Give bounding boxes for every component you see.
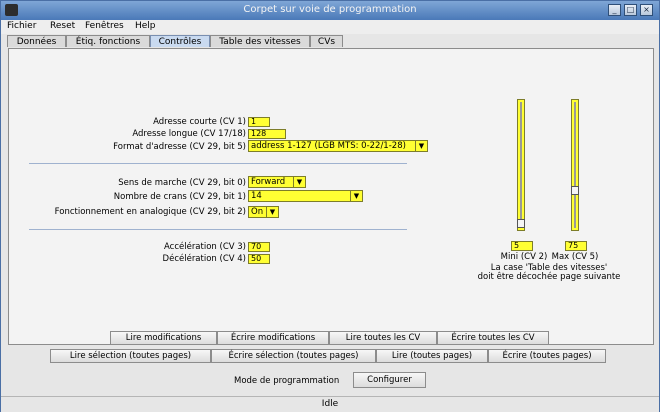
long-address-field[interactable]: 128 (248, 129, 286, 139)
short-address-field[interactable]: 1 (248, 117, 270, 127)
max-label: Max (CV 5) (551, 252, 599, 262)
chevron-down-icon: ▼ (350, 191, 362, 201)
separator-1 (29, 163, 407, 164)
write-selection-button[interactable]: Écrire sélection (toutes pages) (211, 349, 376, 363)
chevron-down-icon: ▼ (293, 177, 305, 187)
direction-select[interactable]: Forward ▼ (248, 176, 306, 188)
minimize-icon[interactable]: _ (608, 4, 621, 16)
max-slider[interactable] (571, 99, 579, 231)
speed-steps-label: Nombre de crans (CV 29, bit 1) (113, 192, 246, 202)
menu-fenetres[interactable]: Fenêtres (85, 21, 124, 31)
write-all-pages-button[interactable]: Écrire (toutes pages) (488, 349, 606, 363)
mini-slider-thumb[interactable] (517, 219, 525, 228)
analog-mode-value: On (251, 207, 264, 217)
note-line-2: doit être décochée page suivante (477, 272, 621, 282)
mini-label: Mini (CV 2) (500, 252, 548, 262)
programming-mode-label: Mode de programmation (234, 376, 340, 386)
address-format-select[interactable]: address 1-127 (LGB MTS: 0-22/1-28) ▼ (248, 140, 428, 152)
direction-value: Forward (251, 177, 286, 187)
mini-slider-groove (520, 102, 522, 228)
read-selection-button[interactable]: Lire sélection (toutes pages) (50, 349, 211, 363)
tab-donnees[interactable]: Données (7, 35, 66, 47)
speed-steps-select[interactable]: 14 ▼ (248, 190, 363, 202)
long-address-label: Adresse longue (CV 17/18) (132, 129, 246, 139)
tab-cvs[interactable]: CVs (310, 35, 343, 47)
read-all-pages-button[interactable]: Lire (toutes pages) (376, 349, 488, 363)
title-bar: Corpet sur voie de programmation _ □ × (1, 1, 659, 21)
write-all-cv-button[interactable]: Écrire toutes les CV (437, 331, 549, 345)
menu-help[interactable]: Help (135, 21, 156, 31)
window-title: Corpet sur voie de programmation (243, 4, 417, 15)
status-bar: Idle (1, 396, 659, 412)
speed-steps-value: 14 (251, 191, 262, 201)
chevron-down-icon: ▼ (266, 207, 278, 217)
deceleration-field[interactable]: 50 (248, 254, 270, 264)
tab-table-vitesses[interactable]: Table des vitesses (210, 35, 310, 47)
configure-button[interactable]: Configurer (353, 372, 426, 388)
write-changes-button[interactable]: Écrire modifications (217, 331, 329, 345)
menu-bar: Fichier Reset Fenêtres Help (1, 20, 659, 34)
short-address-label: Adresse courte (CV 1) (153, 117, 246, 127)
max-slider-thumb[interactable] (571, 186, 579, 195)
mini-slider[interactable] (517, 99, 525, 231)
chevron-down-icon: ▼ (415, 141, 427, 151)
read-all-cv-button[interactable]: Lire toutes les CV (329, 331, 437, 345)
tab-controles[interactable]: Contrôles (150, 35, 210, 47)
max-value-field[interactable]: 75 (565, 241, 587, 251)
direction-label: Sens de marche (CV 29, bit 0) (118, 178, 246, 188)
read-changes-button[interactable]: Lire modifications (110, 331, 217, 345)
deceleration-label: Décélération (CV 4) (162, 254, 246, 264)
acceleration-label: Accélération (CV 3) (163, 242, 246, 252)
close-icon[interactable]: × (640, 4, 653, 16)
menu-reset[interactable]: Reset (50, 21, 75, 31)
maximize-icon[interactable]: □ (624, 4, 637, 16)
analog-mode-select[interactable]: On ▼ (248, 206, 279, 218)
address-format-label: Format d'adresse (CV 29, bit 5) (113, 142, 246, 152)
acceleration-field[interactable]: 70 (248, 242, 270, 252)
tab-etiq-fonctions[interactable]: Étiq. fonctions (66, 35, 150, 47)
menu-fichier[interactable]: Fichier (7, 21, 36, 31)
controls-panel: Adresse courte (CV 1) 1 Adresse longue (… (8, 48, 654, 345)
analog-mode-label: Fonctionnement en analogique (CV 29, bit… (54, 207, 246, 217)
separator-2 (29, 229, 407, 230)
mini-value-field[interactable]: 5 (511, 241, 533, 251)
main-window: Corpet sur voie de programmation _ □ × F… (0, 0, 660, 412)
address-format-value: address 1-127 (LGB MTS: 0-22/1-28) (251, 141, 406, 151)
max-slider-groove (574, 102, 576, 228)
